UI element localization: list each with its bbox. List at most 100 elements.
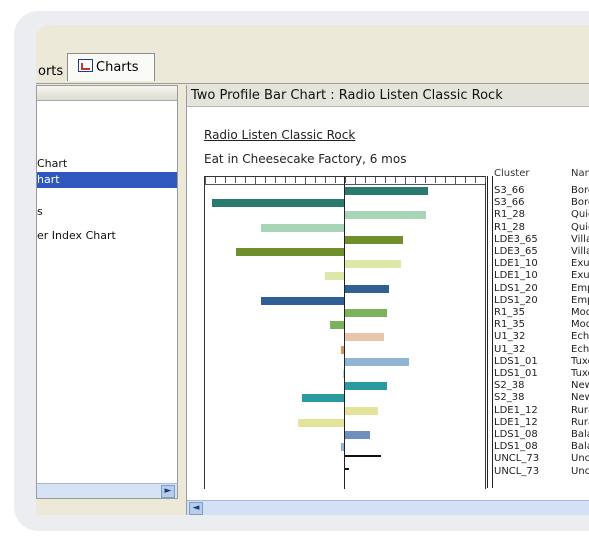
name-label: New xyxy=(571,392,589,404)
chart-bar xyxy=(345,187,429,195)
cluster-label: S3_66 xyxy=(494,185,525,196)
chart-tick xyxy=(205,177,206,184)
chart-list-item[interactable]: Chart xyxy=(37,156,177,172)
chart-subtitle: Eat in Cheesecake Factory, 6 mos xyxy=(204,152,407,166)
tab-bar: orts Charts xyxy=(36,25,589,84)
chart-title-link[interactable]: Radio Listen Classic Rock xyxy=(204,128,355,142)
name-label: Rura xyxy=(571,416,589,428)
cluster-label: LDE1_10 xyxy=(494,258,538,270)
chart-bar xyxy=(341,345,344,354)
cluster-label: LDS1_20 xyxy=(494,282,538,294)
cluster-label: LDE1_12 xyxy=(494,416,538,428)
chart-bar xyxy=(298,418,344,427)
scroll-left-icon[interactable]: ◄ xyxy=(189,502,203,515)
scroll-right-icon[interactable]: ► xyxy=(161,485,175,498)
cluster-label: U1_32 xyxy=(494,343,526,355)
name-label: Emp xyxy=(571,294,589,306)
cluster-label: R1_28 xyxy=(494,221,526,233)
chart-list-item[interactable]: er Index Chart xyxy=(37,228,177,244)
chart-tick xyxy=(425,177,426,183)
cluster-label: U1_32 xyxy=(494,331,526,343)
chart-list-item-label: s xyxy=(37,205,43,218)
chart-bar xyxy=(211,199,344,208)
chart-bar xyxy=(330,321,344,330)
panel-title: Two Profile Bar Chart : Radio Listen Cla… xyxy=(187,85,589,107)
name-label: Rura xyxy=(571,404,589,416)
bar-chart xyxy=(204,176,486,489)
chart-tick xyxy=(415,177,416,183)
chart-tick xyxy=(465,177,466,183)
name-label: Boro xyxy=(571,185,589,196)
cluster-label: LDS1_01 xyxy=(494,368,538,379)
chart-tick xyxy=(365,177,366,183)
chart-icon xyxy=(78,59,93,72)
chart-tick xyxy=(435,177,436,183)
chart-tick xyxy=(475,177,476,183)
tab-reports[interactable]: orts xyxy=(36,61,68,83)
chart-bar xyxy=(345,431,371,439)
name-label: Bala xyxy=(571,429,589,440)
chart-tick xyxy=(305,177,306,184)
tab-charts-label: Charts xyxy=(96,60,139,75)
chart-bar xyxy=(260,223,344,232)
chart-list-item-selected[interactable]: hart xyxy=(37,172,177,188)
name-label: Quie xyxy=(571,221,589,233)
name-label: Villa xyxy=(571,246,589,257)
chart-bar xyxy=(324,272,344,281)
chart-bar xyxy=(345,406,379,415)
cluster-label: LDS1_08 xyxy=(494,429,538,440)
chart-bar xyxy=(345,382,387,391)
cluster-label: LDS1_01 xyxy=(494,355,538,367)
chart-bar xyxy=(345,284,390,293)
tab-charts[interactable]: Charts xyxy=(67,53,155,81)
horizontal-scrollbar[interactable]: ► xyxy=(37,483,177,498)
label-divider xyxy=(487,176,488,488)
chart-bar xyxy=(260,296,344,305)
chart-bar xyxy=(345,211,426,220)
cluster-label: S3_66 xyxy=(494,197,525,209)
chart-tick xyxy=(215,177,216,183)
chart-bar xyxy=(345,260,401,269)
cluster-label: UNCL_73 xyxy=(494,453,540,465)
name-label: Tuxe xyxy=(571,355,589,367)
chart-tick xyxy=(265,177,266,183)
chart-tick xyxy=(245,177,246,183)
chart-tick xyxy=(295,177,296,183)
column-header-name: Nam xyxy=(571,168,589,179)
tab-reports-label: orts xyxy=(38,64,64,79)
chart-tick xyxy=(345,177,346,183)
cluster-label: S2_38 xyxy=(494,380,525,392)
cluster-label: UNCL_73 xyxy=(494,465,540,477)
chart-tick xyxy=(225,177,226,183)
name-label: Bala xyxy=(571,441,589,453)
chart-list-header xyxy=(37,86,177,101)
chart-panel: Two Profile Bar Chart : Radio Listen Cla… xyxy=(186,85,589,515)
name-label: Mod xyxy=(571,307,589,318)
name-label: Exur xyxy=(571,270,589,282)
chart-bar xyxy=(345,309,387,317)
cluster-label: R1_28 xyxy=(494,209,526,221)
chart-tick xyxy=(395,177,396,183)
chart-list-item[interactable]: s xyxy=(37,204,177,220)
chart-tick xyxy=(315,177,316,183)
chart-tick-row xyxy=(205,177,486,185)
name-label: Tuxe xyxy=(571,368,589,379)
chart-list-item-label: hart xyxy=(37,173,60,186)
cluster-label: LDS1_20 xyxy=(494,294,538,306)
name-label: Uncl xyxy=(571,465,589,477)
cluster-label: LDE3_65 xyxy=(494,233,538,245)
cluster-label: LDS1_08 xyxy=(494,441,538,453)
chart-bar xyxy=(235,248,344,256)
cluster-label: LDE1_10 xyxy=(494,270,538,282)
name-label: Emp xyxy=(571,282,589,294)
application-window: orts Charts Chart hart s er Index Chart … xyxy=(36,25,589,515)
name-label: Quie xyxy=(571,209,589,221)
chart-tick xyxy=(335,177,336,183)
chart-list-item-label: er Index Chart xyxy=(37,229,116,242)
chart-tick xyxy=(405,177,406,184)
name-label: Echo xyxy=(571,331,589,343)
chart-tick xyxy=(485,177,486,183)
chart-bar xyxy=(341,443,344,452)
horizontal-scrollbar[interactable]: ◄ xyxy=(187,500,589,515)
chart-tick xyxy=(275,177,276,183)
